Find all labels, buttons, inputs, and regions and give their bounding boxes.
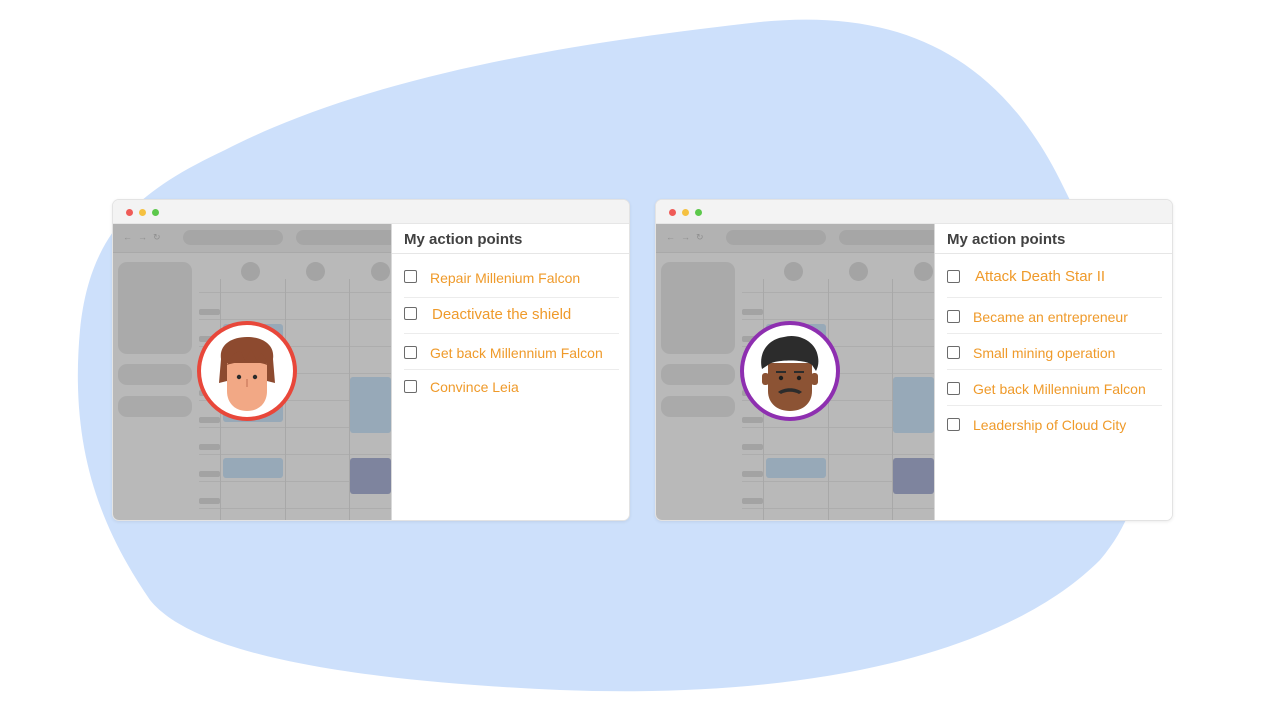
- action-item[interactable]: Get back Millennium Falcon: [404, 334, 619, 370]
- app-toolbar: ← → ↻: [656, 224, 934, 253]
- action-item-label: Get back Millennium Falcon: [430, 345, 603, 361]
- action-points-panel: My action points Attack Death Star II Be…: [934, 224, 1172, 520]
- grid-line: [199, 454, 391, 455]
- grid-line: [199, 319, 391, 320]
- grid-line: [742, 319, 934, 320]
- placeholder-tick: [742, 444, 763, 450]
- forward-arrow-icon: →: [681, 232, 690, 242]
- action-item[interactable]: Attack Death Star II: [947, 262, 1162, 298]
- placeholder-tick: [199, 444, 220, 450]
- placeholder-tick: [742, 309, 763, 315]
- forward-arrow-icon: →: [138, 232, 147, 242]
- action-item[interactable]: Became an entrepreneur: [947, 298, 1162, 334]
- sidebar-placeholder: [118, 364, 192, 385]
- action-item-label: Convince Leia: [430, 379, 519, 395]
- action-item[interactable]: Repair Millenium Falcon: [404, 262, 619, 298]
- placeholder-circle: [371, 262, 390, 281]
- grid-line: [742, 508, 934, 509]
- maximize-window-dot[interactable]: [152, 209, 159, 216]
- calendar-event-block: [350, 377, 391, 433]
- action-item-checkbox[interactable]: [947, 382, 960, 395]
- action-item-label: Leadership of Cloud City: [973, 417, 1127, 433]
- close-window-dot[interactable]: [669, 209, 676, 216]
- placeholder-pill: [183, 230, 283, 245]
- placeholder-pill: [726, 230, 826, 245]
- placeholder-tick: [199, 417, 220, 423]
- action-item-label: Small mining operation: [973, 345, 1116, 361]
- reload-icon: ↻: [696, 232, 704, 242]
- placeholder-pill: [839, 230, 934, 245]
- sidebar-placeholder: [118, 396, 192, 417]
- action-item[interactable]: Deactivate the shield: [404, 298, 619, 334]
- action-item[interactable]: Small mining operation: [947, 334, 1162, 370]
- action-item-checkbox[interactable]: [404, 270, 417, 283]
- panel-divider: [935, 253, 1172, 254]
- browser-window-han: ← → ↻ My action points Repair Millenium …: [112, 199, 630, 521]
- browser-window-lando: ← → ↻ My action points Attack Death Star…: [655, 199, 1173, 521]
- action-item-checkbox[interactable]: [404, 307, 417, 320]
- action-points-panel: My action points Repair Millenium Falcon…: [391, 224, 629, 520]
- calendar-event-block: [223, 458, 283, 478]
- grid-line: [199, 292, 391, 293]
- action-item-checkbox[interactable]: [404, 380, 417, 393]
- placeholder-tick: [742, 417, 763, 423]
- placeholder-pill: [296, 230, 391, 245]
- sidebar-placeholder: [661, 262, 735, 354]
- placeholder-circle: [241, 262, 260, 281]
- app-toolbar: ← → ↻: [113, 224, 391, 253]
- action-item-label: Became an entrepreneur: [973, 309, 1128, 325]
- placeholder-tick: [199, 309, 220, 315]
- placeholder-circle: [306, 262, 325, 281]
- sidebar-placeholder: [661, 364, 735, 385]
- placeholder-tick: [199, 498, 220, 504]
- placeholder-tick: [742, 498, 763, 504]
- action-item[interactable]: Get back Millennium Falcon: [947, 370, 1162, 406]
- calendar-event-block: [350, 458, 391, 494]
- sidebar-placeholder: [118, 262, 192, 354]
- panel-title: My action points: [947, 231, 1066, 248]
- maximize-window-dot[interactable]: [695, 209, 702, 216]
- placeholder-tick: [742, 471, 763, 477]
- action-item-checkbox[interactable]: [947, 418, 960, 431]
- calendar-event-block: [893, 458, 934, 494]
- minimize-window-dot[interactable]: [139, 209, 146, 216]
- back-arrow-icon: ←: [123, 232, 132, 242]
- action-item-label: Attack Death Star II: [975, 268, 1106, 285]
- panel-divider: [392, 253, 629, 254]
- window-titlebar: [113, 200, 629, 224]
- placeholder-circle: [914, 262, 933, 281]
- action-item[interactable]: Leadership of Cloud City: [947, 406, 1162, 442]
- placeholder-tick: [199, 471, 220, 477]
- action-item[interactable]: Convince Leia: [404, 370, 619, 406]
- action-item-label: Get back Millennium Falcon: [973, 381, 1146, 397]
- grid-line: [199, 508, 391, 509]
- calendar-event-block: [766, 458, 826, 478]
- close-window-dot[interactable]: [126, 209, 133, 216]
- panel-title: My action points: [404, 231, 523, 248]
- action-item-label: Repair Millenium Falcon: [430, 270, 581, 286]
- mustached-person-avatar-icon: [740, 321, 840, 421]
- action-item-checkbox[interactable]: [947, 270, 960, 283]
- back-arrow-icon: ←: [666, 232, 675, 242]
- reload-icon: ↻: [153, 232, 161, 242]
- brown-haired-person-avatar-icon: [197, 321, 297, 421]
- minimize-window-dot[interactable]: [682, 209, 689, 216]
- action-item-checkbox[interactable]: [947, 346, 960, 359]
- calendar-event-block: [893, 377, 934, 433]
- window-titlebar: [656, 200, 1172, 224]
- grid-line: [742, 292, 934, 293]
- grid-line: [742, 454, 934, 455]
- sidebar-placeholder: [661, 396, 735, 417]
- placeholder-circle: [784, 262, 803, 281]
- placeholder-circle: [849, 262, 868, 281]
- action-item-label: Deactivate the shield: [432, 306, 572, 323]
- action-item-checkbox[interactable]: [404, 346, 417, 359]
- action-item-checkbox[interactable]: [947, 310, 960, 323]
